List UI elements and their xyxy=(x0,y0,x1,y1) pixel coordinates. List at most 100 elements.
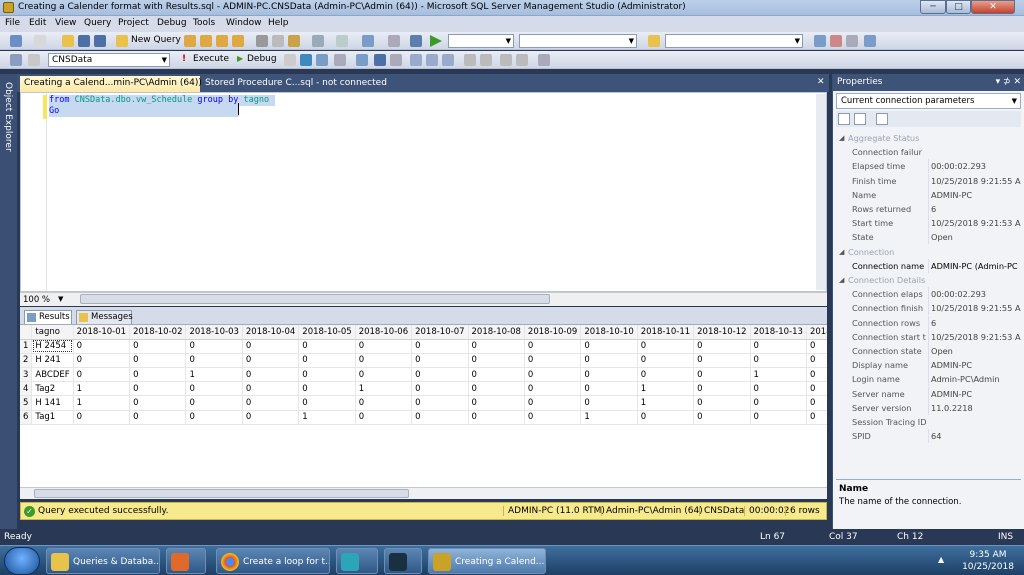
new-query-button[interactable]: New Query xyxy=(131,35,181,45)
column-header[interactable]: 2018-10-13 xyxy=(750,325,807,340)
cut-icon[interactable] xyxy=(256,35,268,47)
table-cell[interactable]: 0 xyxy=(580,381,638,397)
copy-icon[interactable] xyxy=(272,35,284,47)
toolbox-icon[interactable] xyxy=(830,35,842,47)
column-header[interactable]: tagno xyxy=(31,325,74,340)
results-to-text-icon[interactable] xyxy=(410,54,422,66)
menu-window[interactable]: Window xyxy=(226,18,262,28)
table-cell[interactable]: H 2454 xyxy=(31,339,74,354)
row-number[interactable]: 4 xyxy=(20,381,33,397)
table-cell[interactable]: 0 xyxy=(468,381,525,397)
table-cell[interactable]: 0 xyxy=(185,353,243,369)
property-row[interactable]: Server name ADMIN-PC xyxy=(836,386,1021,401)
task-chrome[interactable]: Create a loop for t... xyxy=(216,548,330,574)
execute-icon[interactable]: ! xyxy=(182,54,186,64)
table-cell[interactable]: 0 xyxy=(806,353,827,369)
property-row[interactable]: Connection start t 10/25/2018 9:21:53 AM xyxy=(836,329,1021,344)
debug-icon[interactable]: ▶ xyxy=(237,54,243,63)
results-grid[interactable]: tagno 2018-10-01 2018-10-02 2018-10-03 2018-… xyxy=(20,325,827,487)
table-cell[interactable]: 0 xyxy=(693,353,751,369)
menu-file[interactable]: File xyxy=(5,18,20,28)
column-header[interactable]: 2018-10-03 xyxy=(185,325,243,340)
table-cell[interactable]: Tag1 xyxy=(31,410,74,425)
task-visual-studio[interactable] xyxy=(336,548,378,574)
table-cell[interactable]: 0 xyxy=(355,410,413,425)
table-cell[interactable]: 0 xyxy=(468,395,525,411)
column-header[interactable]: 2018-10-10 xyxy=(580,325,638,340)
table-cell[interactable]: 0 xyxy=(411,410,469,425)
column-header[interactable]: 2018-10-09 xyxy=(524,325,582,340)
estimated-plan-icon[interactable] xyxy=(316,54,328,66)
table-cell[interactable]: 0 xyxy=(524,395,582,411)
table-cell[interactable]: 1 xyxy=(185,367,243,383)
debug-button[interactable]: Debug xyxy=(247,54,277,64)
property-category[interactable]: ◢ Aggregate Status xyxy=(836,131,1021,145)
table-cell[interactable]: 1 xyxy=(298,410,356,425)
column-header[interactable]: 2018-10-05 xyxy=(298,325,356,340)
table-cell[interactable]: 0 xyxy=(580,395,638,411)
tab-calendar-query[interactable]: Creating a Calend...min-PC\Admin (64)) xyxy=(20,76,202,92)
pin-close-icons[interactable]: ▾ ⊅ ✕ xyxy=(996,74,1021,90)
new-project-icon[interactable] xyxy=(10,35,22,47)
parse-icon[interactable] xyxy=(300,54,312,66)
property-row[interactable]: Display name ADMIN-PC xyxy=(836,358,1021,373)
table-cell[interactable]: 0 xyxy=(750,353,807,369)
client-statistics-icon[interactable] xyxy=(390,54,402,66)
menu-edit[interactable]: Edit xyxy=(29,18,46,28)
table-cell[interactable]: 1 xyxy=(73,381,131,397)
property-category[interactable]: ◢ Connection xyxy=(836,245,1021,259)
property-row[interactable]: Rows returned 6 xyxy=(836,202,1021,216)
solution-explorer-icon[interactable] xyxy=(410,35,422,47)
table-cell[interactable]: 0 xyxy=(129,339,187,354)
results-to-file-icon[interactable] xyxy=(442,54,454,66)
table-cell[interactable]: 0 xyxy=(129,410,187,425)
paste-icon[interactable] xyxy=(288,35,300,47)
specify-values-icon[interactable] xyxy=(538,54,550,66)
table-row[interactable]: 2H 241 0 0 0 0 0 0 0 0 0 0 0 0 0 0 xyxy=(20,353,827,369)
tools-icon[interactable] xyxy=(846,35,858,47)
collapse-icon[interactable]: ◢ xyxy=(839,273,844,287)
new-query-icon[interactable] xyxy=(116,35,128,47)
property-row[interactable]: Connection finish 10/25/2018 9:21:55 AM xyxy=(836,301,1021,316)
property-row[interactable]: Connection elaps 00:00:02.293 xyxy=(836,287,1021,302)
editor-horizontal-scrollbar[interactable] xyxy=(80,294,550,304)
minimize-button[interactable]: ─ xyxy=(920,0,946,14)
table-cell[interactable]: 0 xyxy=(185,410,243,425)
column-header[interactable]: 2018-10-12 xyxy=(693,325,751,340)
table-cell[interactable]: 1 xyxy=(355,381,413,397)
navigate-back-icon[interactable] xyxy=(362,35,374,47)
row-number-header[interactable] xyxy=(20,325,33,340)
tab-messages[interactable]: Messages xyxy=(76,310,133,324)
table-cell[interactable]: 0 xyxy=(806,339,827,354)
column-header[interactable]: 2018-10-06 xyxy=(355,325,413,340)
scrollbar-thumb[interactable] xyxy=(34,489,409,498)
window-layout-icon[interactable] xyxy=(864,35,876,47)
connect-icon[interactable] xyxy=(10,54,22,66)
property-row[interactable]: Connection failur xyxy=(836,145,1021,159)
property-pages-icon[interactable] xyxy=(876,113,888,125)
table-cell[interactable]: 0 xyxy=(298,367,356,383)
uncomment-icon[interactable] xyxy=(480,54,492,66)
property-row[interactable]: Connection name ADMIN-PC (Admin-PC xyxy=(836,258,1021,273)
table-cell[interactable]: 0 xyxy=(750,410,807,425)
properties-window-icon[interactable] xyxy=(814,35,826,47)
table-cell[interactable]: 0 xyxy=(129,395,187,411)
intellisense-icon[interactable] xyxy=(356,54,368,66)
table-cell[interactable]: 0 xyxy=(411,381,469,397)
table-cell[interactable]: 0 xyxy=(468,339,525,354)
categorized-icon[interactable] xyxy=(838,113,850,125)
table-cell[interactable]: 0 xyxy=(806,395,827,411)
code-line-2[interactable]: Go xyxy=(49,106,239,117)
redo-icon[interactable] xyxy=(336,35,348,47)
table-cell[interactable]: 0 xyxy=(637,339,695,354)
table-cell[interactable]: 0 xyxy=(524,381,582,397)
table-cell[interactable]: 1 xyxy=(580,410,638,425)
save-all-icon[interactable] xyxy=(94,35,106,47)
row-number[interactable]: 6 xyxy=(20,410,33,425)
platform-dropdown[interactable]: ▼ xyxy=(519,34,637,48)
table-cell[interactable]: 0 xyxy=(524,339,582,354)
open-file-icon[interactable] xyxy=(62,35,74,47)
column-header[interactable]: 2018-10-11 xyxy=(637,325,695,340)
db-engine-query-icon[interactable] xyxy=(184,35,196,47)
zoom-dropdown[interactable]: 100 % xyxy=(23,295,50,305)
